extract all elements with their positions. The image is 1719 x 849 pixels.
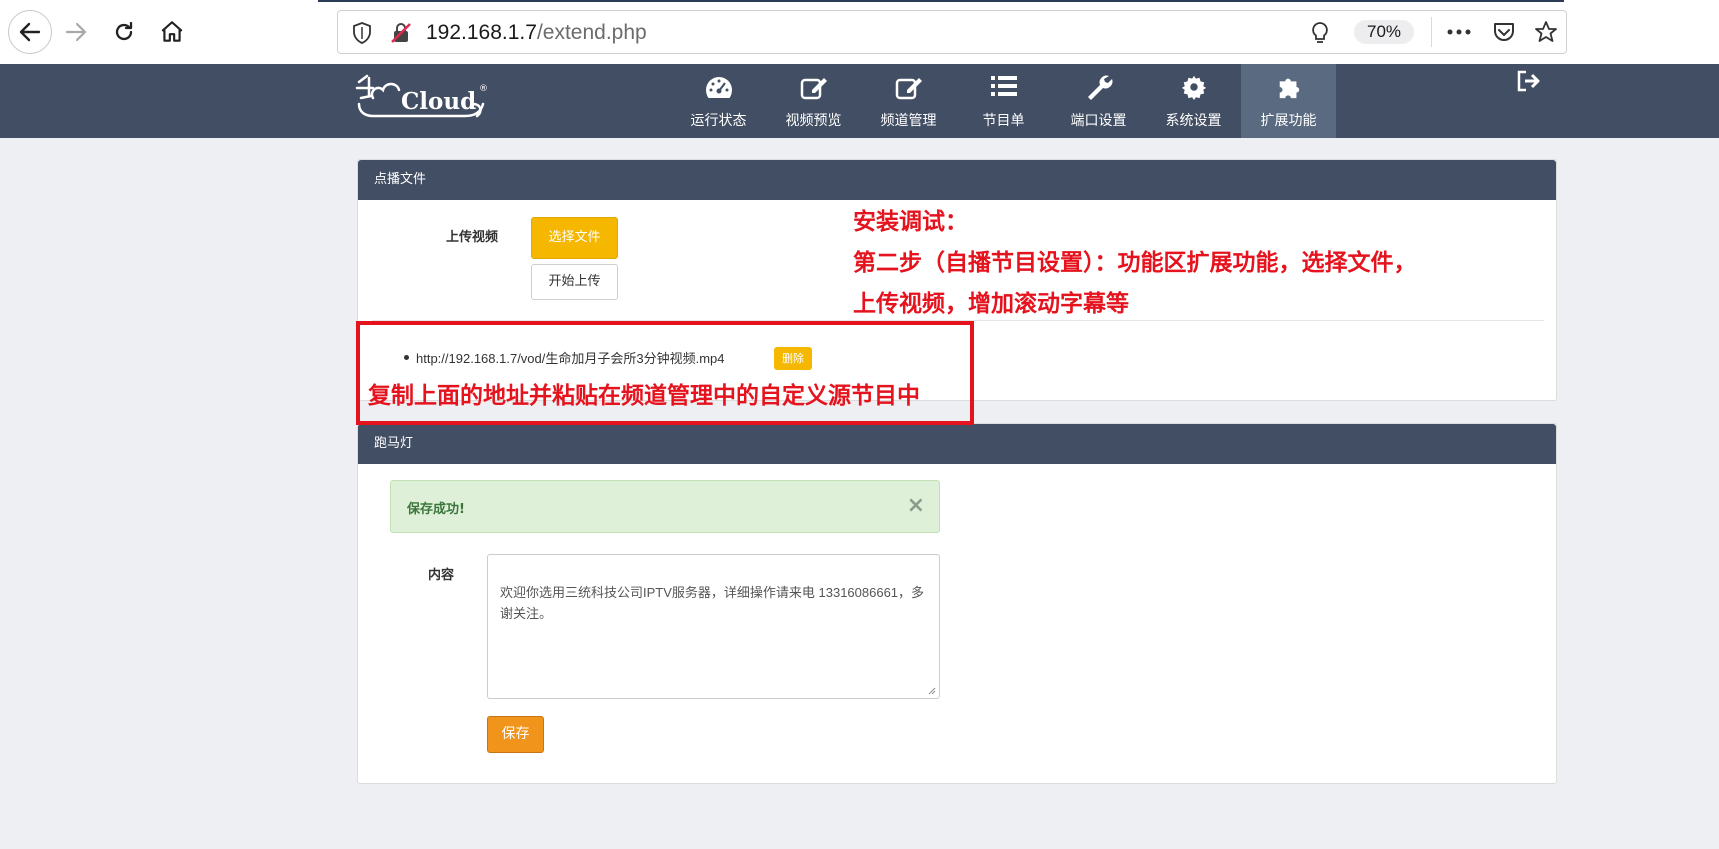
- wrench-icon: [1087, 75, 1112, 100]
- nav-label: 节目单: [982, 113, 1025, 129]
- nav-item-extensions[interactable]: 扩展功能: [1241, 64, 1336, 138]
- annotation-step-line: 第二步（自播节目设置）：功能区扩展功能，选择文件，: [853, 250, 1417, 276]
- list-icon: [990, 76, 1017, 96]
- resize-grip-icon[interactable]: [926, 685, 936, 695]
- panel-title: 跑马灯: [358, 424, 1556, 464]
- puzzle-icon: [1279, 78, 1299, 99]
- reload-icon: [115, 21, 133, 41]
- nav-label: 运行状态: [690, 113, 747, 129]
- logo-registered-mark: ®: [479, 84, 488, 94]
- annotation-step-line: 安装调试：: [853, 209, 968, 235]
- browser-toolbar: 192.168.1.7/extend.php 70%: [0, 0, 1719, 64]
- reload-button[interactable]: [104, 12, 144, 52]
- toolbar-separator: [1431, 17, 1432, 47]
- alert-message: 保存成功!: [407, 502, 465, 517]
- nav-item-port-settings[interactable]: 端口设置: [1051, 64, 1146, 138]
- pocket-icon[interactable]: [1492, 21, 1516, 43]
- nav-label: 系统设置: [1165, 113, 1222, 129]
- insecure-lock-icon[interactable]: [390, 22, 412, 44]
- content-textarea[interactable]: 欢迎你选用三统科技公司IPTV服务器，详细操作请来电 13316086661，多…: [487, 554, 940, 699]
- nav-label: 视频预览: [785, 113, 842, 129]
- nav-label: 扩展功能: [1260, 113, 1317, 129]
- address-bar[interactable]: 192.168.1.7/extend.php 70%: [337, 10, 1567, 54]
- nav-item-video-preview[interactable]: 视频预览: [766, 64, 861, 138]
- content-text: 欢迎你选用三统科技公司IPTV服务器，详细操作请来电 13316086661，多…: [500, 585, 925, 621]
- gear-icon: [1181, 75, 1206, 100]
- home-button[interactable]: [152, 12, 192, 52]
- shield-icon[interactable]: [352, 22, 372, 44]
- tab-strip-edge: [318, 0, 1564, 2]
- success-alert: 保存成功! ×: [390, 480, 940, 533]
- bookmark-star-icon[interactable]: [1534, 20, 1558, 44]
- url-host: 192.168.1.7: [426, 21, 537, 44]
- more-actions-icon[interactable]: [1446, 21, 1472, 43]
- home-icon: [161, 21, 183, 42]
- dashboard-icon: [705, 77, 732, 98]
- url-path: /extend.php: [536, 21, 647, 44]
- arrow-right-icon: [65, 22, 87, 42]
- edit-icon: [800, 78, 827, 100]
- arrow-left-icon: [19, 22, 41, 42]
- edit-icon: [895, 78, 922, 100]
- annotation-copy-note: 复制上面的地址并粘贴在频道管理中的自定义源节目中: [368, 383, 920, 409]
- nav-label: 频道管理: [880, 113, 937, 129]
- nav-label: 端口设置: [1070, 113, 1127, 129]
- upload-video-label: 上传视频: [446, 230, 499, 245]
- content-label: 内容: [428, 568, 455, 583]
- logo-text: Cloud: [401, 88, 477, 115]
- save-button[interactable]: 保存: [487, 716, 544, 753]
- logout-icon[interactable]: [1516, 70, 1542, 92]
- choose-file-button[interactable]: 选择文件: [531, 217, 618, 259]
- close-icon[interactable]: ×: [907, 495, 925, 517]
- panel-title: 点播文件: [358, 160, 1556, 200]
- nav-item-system-settings[interactable]: 系统设置: [1146, 64, 1241, 138]
- url-text[interactable]: 192.168.1.7/extend.php: [426, 21, 647, 45]
- annotation-step-note: 安装调试： 第二步（自播节目设置）：功能区扩展功能，选择文件， 上传视频，增加滚…: [853, 202, 1417, 325]
- marquee-panel: 跑马灯 保存成功! × 内容 欢迎你选用三统科技公司IPTV服务器，详细操作请来…: [357, 423, 1557, 784]
- nav-item-program-list[interactable]: 节目单: [956, 64, 1051, 138]
- start-upload-button[interactable]: 开始上传: [531, 264, 618, 300]
- logo[interactable]: Cloud ®: [355, 74, 495, 126]
- back-button[interactable]: [8, 10, 52, 54]
- nav-item-channel-manage[interactable]: 频道管理: [861, 64, 956, 138]
- annotation-step-line: 上传视频，增加滚动字幕等: [853, 291, 1129, 317]
- nav-item-status[interactable]: 运行状态: [671, 64, 766, 138]
- forward-button[interactable]: [56, 12, 96, 52]
- zoom-level-badge[interactable]: 70%: [1354, 20, 1414, 44]
- lightbulb-icon[interactable]: [1310, 21, 1330, 45]
